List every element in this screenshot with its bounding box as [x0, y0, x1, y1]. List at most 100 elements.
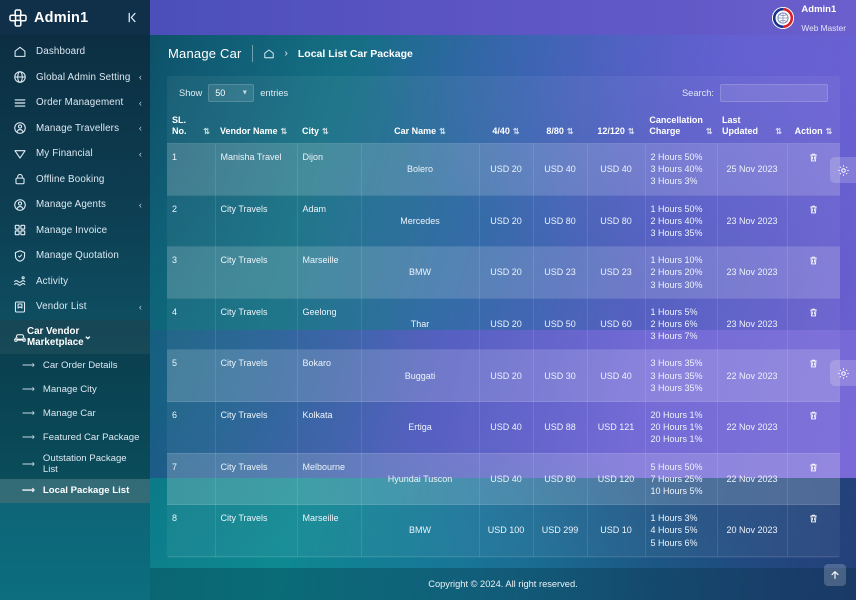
- cell-sl-no: 4: [167, 298, 216, 351]
- sidebar-item-manage-quotation[interactable]: Manage Quotation: [0, 243, 150, 269]
- column-label: SL. No.: [172, 115, 187, 136]
- collapse-left-icon[interactable]: [124, 10, 140, 26]
- cell-price-8-80: USD 50: [533, 298, 588, 351]
- show-entries-control: Show 50 ▼ entries: [179, 84, 288, 102]
- cell-sl-no: 7: [167, 453, 216, 506]
- sidebar-item-offline-booking[interactable]: Offline Booking: [0, 167, 150, 193]
- user-circle-icon: [13, 198, 27, 212]
- table-row[interactable]: 7 City Travels Melbourne Hyundai Tuscon USD …: [167, 453, 840, 506]
- sidebar-item-outstation-package-list[interactable]: ⟶ Outstation Package List: [0, 450, 150, 479]
- page-size-value: 50: [215, 88, 226, 98]
- local-package-table: SL. No. ⇅ Vendor Name ⇅ City ⇅ Car Name ⇅ 4/…: [167, 110, 840, 557]
- sidebar-item-featured-car-package[interactable]: ⟶ Featured Car Package: [0, 426, 150, 450]
- entries-label: entries: [260, 88, 289, 98]
- cancellation-line: 3 Hours 35%: [650, 382, 703, 393]
- sidebar-item-manage-car[interactable]: ⟶ Manage Car: [0, 402, 150, 426]
- table-row[interactable]: 2 City Travels Adam Mercedes USD 20 USD 80 USD…: [167, 195, 840, 248]
- table-row[interactable]: 1 Manisha Travel Dijon Bolero USD 20 USD 40 US…: [167, 143, 840, 196]
- cell-price-4-40: USD 20: [479, 246, 534, 299]
- table-row[interactable]: 4 City Travels Geelong Thar USD 20 USD 50 USD …: [167, 298, 840, 351]
- search-input[interactable]: [720, 84, 828, 102]
- delete-trash-icon[interactable]: [807, 203, 820, 216]
- cell-sl-no: 3: [167, 246, 216, 299]
- scroll-to-top-button[interactable]: [824, 564, 846, 586]
- cancellation-line: 1 Hours 5%: [650, 306, 698, 317]
- sidebar-group-label-line1: Car Vendor: [27, 325, 80, 337]
- cell-city: Marseille: [297, 504, 362, 557]
- cell-cancellation-charge: 1 Hours 5% 2 Hours 6% 3 Hours 7%: [645, 298, 718, 351]
- cell-cancellation-charge: 1 Hours 10% 2 Hours 20% 3 Hours 30%: [645, 246, 718, 299]
- chevron-icon: ‹: [138, 301, 142, 312]
- sidebar-item-car-order-details[interactable]: ⟶ Car Order Details: [0, 354, 150, 378]
- table-row[interactable]: 6 City Travels Kolkata Ertiga USD 40 USD 88 US…: [167, 401, 840, 454]
- sidebar-item-dashboard[interactable]: Dashboard: [0, 39, 150, 65]
- sidebar-group-header[interactable]: Car Vendor Marketplace ⌄: [0, 319, 150, 354]
- chevron-down-icon: ⌄: [83, 331, 92, 342]
- column-header-last-updated[interactable]: Last Updated ⇅: [717, 110, 787, 144]
- admin-dashboard-page: Admin1 Dashboard Global Admin Setting ‹ …: [0, 0, 856, 600]
- user-name: Admin1: [801, 4, 837, 16]
- sidebar-item-order-management[interactable]: Order Management ‹: [0, 90, 150, 116]
- table-header-row: SL. No. ⇅ Vendor Name ⇅ City ⇅ Car Name ⇅ 4/…: [167, 110, 840, 144]
- cell-price-4-40: USD 20: [479, 298, 534, 351]
- table-row[interactable]: 8 City Travels Marseille BMW USD 100 USD 299 U…: [167, 504, 840, 557]
- delete-trash-icon[interactable]: [807, 151, 820, 164]
- delete-trash-icon[interactable]: [807, 409, 820, 422]
- cell-price-4-40: USD 20: [479, 143, 534, 196]
- cell-action: [787, 453, 840, 506]
- sidebar-subitem-label: Featured Car Package: [42, 431, 140, 443]
- sidebar-item-activity[interactable]: Activity: [0, 269, 150, 295]
- brand-header: Admin1: [0, 0, 150, 35]
- column-header-4-40[interactable]: 4/40 ⇅: [479, 110, 533, 144]
- sidebar-item-my-financial[interactable]: My Financial ‹: [0, 141, 150, 167]
- activity-waves-icon: [13, 274, 27, 288]
- delete-trash-icon[interactable]: [807, 461, 820, 474]
- page-size-select[interactable]: 50 ▼: [208, 84, 255, 102]
- cell-car-name: Thar: [361, 298, 480, 351]
- column-header-city[interactable]: City ⇅: [297, 110, 361, 144]
- column-header-8-80[interactable]: 8/80 ⇅: [533, 110, 587, 144]
- cell-price-8-80: USD 30: [533, 349, 588, 403]
- sidebar-item-manage-invoice[interactable]: Manage Invoice: [0, 218, 150, 244]
- settings-panel-toggle-top[interactable]: [830, 157, 856, 183]
- user-menu[interactable]: Admin1 Web Master: [772, 0, 846, 36]
- delete-trash-icon[interactable]: [807, 254, 820, 267]
- chevron-icon: ‹: [138, 97, 142, 108]
- settings-panel-toggle-bottom[interactable]: [830, 360, 856, 386]
- table-row[interactable]: 5 City Travels Bokaro Buggati USD 20 USD 30 US…: [167, 349, 840, 403]
- column-header-12-120[interactable]: 12/120 ⇅: [587, 110, 645, 144]
- sidebar-item-label: Dashboard: [36, 46, 86, 58]
- sidebar-item-local-package-list[interactable]: ⟶ Local Package List: [0, 478, 150, 503]
- gear-settings-icon: [837, 367, 850, 380]
- sort-updown-icon: ⇅: [439, 127, 446, 136]
- sidebar-item-label: My Financial: [36, 148, 93, 160]
- chevron-right-icon: ›: [284, 48, 288, 59]
- arrow-right-icon: ⟶: [22, 485, 35, 495]
- cell-sl-no: 1: [167, 143, 216, 196]
- cell-sl-no: 8: [167, 504, 216, 557]
- sidebar-item-manage-city[interactable]: ⟶ Manage City: [0, 378, 150, 402]
- table-body: 1 Manisha Travel Dijon Bolero USD 20 USD 40 US…: [167, 143, 840, 557]
- cell-price-4-40: USD 20: [479, 349, 534, 403]
- sidebar-item-global-admin-setting[interactable]: Global Admin Setting ‹: [0, 65, 150, 91]
- cancellation-line: 2 Hours 40%: [650, 215, 703, 226]
- table-row[interactable]: 3 City Travels Marseille BMW USD 20 USD 23 USD…: [167, 246, 840, 299]
- sidebar-item-label: Activity: [36, 275, 69, 287]
- column-header-sl-no[interactable]: SL. No. ⇅: [167, 110, 215, 144]
- column-header-action[interactable]: Action ⇅: [787, 110, 840, 144]
- column-header-vendor-name[interactable]: Vendor Name ⇅: [215, 110, 297, 144]
- delete-trash-icon[interactable]: [807, 512, 820, 525]
- chevron-icon: ‹: [138, 123, 142, 134]
- data-table-card: Show 50 ▼ entries Search: SL. No. ⇅ Vend…: [167, 76, 840, 558]
- delete-trash-icon[interactable]: [807, 306, 820, 319]
- cell-action: [787, 504, 840, 557]
- gear-settings-icon: [837, 164, 850, 177]
- column-header-car-name[interactable]: Car Name ⇅: [361, 110, 479, 144]
- sidebar-item-manage-travellers[interactable]: Manage Travellers ‹: [0, 116, 150, 142]
- sidebar-item-vendor-list[interactable]: Vendor List ‹: [0, 294, 150, 320]
- sidebar-item-manage-agents[interactable]: Manage Agents ‹: [0, 192, 150, 218]
- home-icon[interactable]: [263, 48, 275, 60]
- column-header-cancellation-charge[interactable]: Cancellation Charge ⇅: [645, 110, 717, 144]
- home-icon: [13, 45, 27, 59]
- delete-trash-icon[interactable]: [807, 357, 820, 370]
